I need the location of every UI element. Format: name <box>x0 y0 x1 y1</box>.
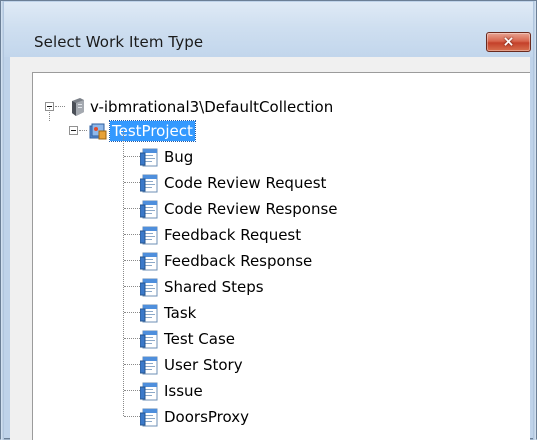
work-item-type-icon <box>140 408 158 427</box>
collapse-icon[interactable] <box>69 126 78 135</box>
tree-node-work-item-type[interactable]: Bug <box>33 147 393 167</box>
tree-node-label: Bug <box>164 148 194 166</box>
work-item-type-icon <box>140 252 158 271</box>
tree-content: v-ibmrational3\DefaultCollection TestPro… <box>33 73 530 440</box>
tree-node-label: User Story <box>164 356 243 374</box>
tree-connector <box>124 390 140 391</box>
window-frame-right <box>533 1 536 440</box>
tree-node-label: Issue <box>164 382 203 400</box>
work-item-type-icon <box>140 278 158 297</box>
tree-node-label: Feedback Response <box>164 252 313 270</box>
tree-node-work-item-type[interactable]: Code Review Response <box>33 199 393 219</box>
dialog-window: Select Work Item Type × v-ibmrational3\D… <box>0 0 537 440</box>
tree-node-collection[interactable]: v-ibmrational3\DefaultCollection <box>33 97 393 117</box>
tree-connector <box>124 338 140 339</box>
tree-node-work-item-type[interactable]: User Story <box>33 355 393 375</box>
tree-node-label: Code Review Response <box>164 200 338 218</box>
window-frame-left <box>1 1 4 440</box>
title-bar[interactable]: Select Work Item Type × <box>4 2 533 57</box>
work-item-type-icon <box>140 304 158 323</box>
dialog-client-area: v-ibmrational3\DefaultCollection TestPro… <box>10 57 530 440</box>
work-item-type-icon <box>140 200 158 219</box>
tree-connector <box>55 106 65 107</box>
tree-connector <box>124 260 140 261</box>
tree-node-work-item-type[interactable]: Feedback Response <box>33 251 393 271</box>
tree-node-label: Code Review Request <box>164 174 327 192</box>
tree-node-label: Test Case <box>164 330 236 348</box>
tree-node-project[interactable]: TestProject <box>33 120 233 142</box>
tree-connector <box>79 130 87 131</box>
dialog-title: Select Work Item Type <box>34 33 204 51</box>
tree-node-work-item-type[interactable]: DoorsProxy <box>33 407 393 427</box>
tree-connector <box>124 156 140 157</box>
server-icon <box>72 98 84 116</box>
tree-connector <box>124 312 140 313</box>
tree-node-work-item-type[interactable]: Test Case <box>33 329 393 349</box>
close-button[interactable]: × <box>486 32 531 52</box>
tree-node-work-item-type[interactable]: Shared Steps <box>33 277 393 297</box>
tree-connector <box>124 208 140 209</box>
tree-node-label: v-ibmrational3\DefaultCollection <box>90 98 334 116</box>
tree-node-work-item-type[interactable]: Feedback Request <box>33 225 393 245</box>
tree-node-work-item-type[interactable]: Issue <box>33 381 393 401</box>
tree-node-label: Shared Steps <box>164 278 264 296</box>
tree-connector <box>124 182 140 183</box>
work-item-type-icon <box>140 148 158 167</box>
tree-connector <box>49 108 50 121</box>
tree-node-label: Task <box>164 304 197 322</box>
work-item-type-icon <box>140 226 158 245</box>
tree-node-work-item-type[interactable]: Task <box>33 303 393 323</box>
tree-connector <box>124 416 140 417</box>
tree-node-label: DoorsProxy <box>164 408 249 426</box>
close-icon: × <box>502 34 515 50</box>
work-item-type-icon <box>140 356 158 375</box>
team-project-icon <box>89 123 107 140</box>
work-item-type-icon <box>140 382 158 401</box>
tree-connector <box>124 234 140 235</box>
tree-connector <box>124 286 140 287</box>
work-item-type-icon <box>140 330 158 349</box>
tree-node-label: Feedback Request <box>164 226 302 244</box>
tree-connector <box>124 364 140 365</box>
tree-node-work-item-type[interactable]: Code Review Request <box>33 173 393 193</box>
work-item-type-icon <box>140 174 158 193</box>
work-item-type-tree[interactable]: v-ibmrational3\DefaultCollection TestPro… <box>32 72 530 440</box>
